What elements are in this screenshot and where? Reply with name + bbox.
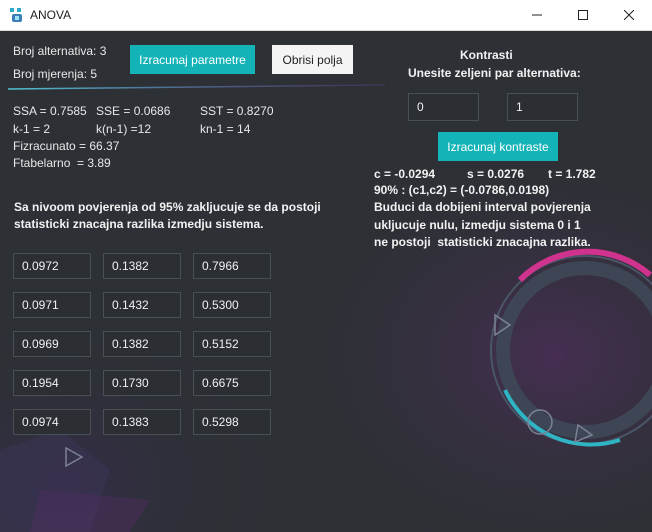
cell-r4-c2[interactable]: 0.1730 — [103, 370, 181, 396]
calculate-parameters-button[interactable]: Izracunaj parametre — [130, 45, 255, 74]
sse-value: SSE = 0.0686 — [96, 104, 171, 118]
contrast-s-value: s = 0.0276 — [467, 167, 525, 181]
contrasts-heading: Kontrasti — [460, 48, 513, 62]
cell-r2-c3[interactable]: 0.5300 — [193, 292, 271, 318]
contrast-c-value: c = -0.0294 — [374, 167, 436, 181]
maximize-button[interactable] — [560, 0, 606, 30]
title-bar: ANOVA — [0, 0, 652, 31]
cell-r4-c1[interactable]: 0.1954 — [13, 370, 91, 396]
measurements-label: Broj mjerenja: 5 — [13, 67, 98, 81]
df-within-value: k(n-1) =12 — [96, 122, 152, 136]
cell-r2-c1[interactable]: 0.0971 — [13, 292, 91, 318]
clear-fields-button[interactable]: Obrisi polja — [272, 45, 353, 74]
cell-r3-c3[interactable]: 0.5152 — [193, 331, 271, 357]
cell-r1-c1[interactable]: 0.0972 — [13, 253, 91, 279]
close-button[interactable] — [606, 0, 652, 30]
app-icon — [10, 8, 22, 22]
maximize-icon — [578, 10, 588, 20]
conclusion-line-1: Sa nivoom povjerenja od 95% zakljucuje s… — [14, 200, 321, 214]
first-alternative-input[interactable]: 0 — [408, 93, 479, 121]
calculate-contrasts-button[interactable]: Izracunaj kontraste — [438, 132, 558, 161]
minimize-icon — [532, 14, 542, 16]
second-alternative-input[interactable]: 1 — [507, 93, 578, 121]
confidence-interval-value: 90% : (c1,c2) = (-0.0786,0.0198) — [374, 183, 550, 197]
anova-window: ANOVA Broj alternativa: 3 Broj mjerenja:… — [0, 0, 652, 532]
ssa-value: SSA = 0.7585 — [13, 104, 87, 118]
df-total-value: kn-1 = 14 — [200, 122, 251, 136]
conclusion-line-2: statisticki znacajna razlika izmedju sis… — [14, 217, 264, 231]
f-table-value: Ftabelarno = 3.89 — [13, 156, 111, 170]
cell-r5-c2[interactable]: 0.1383 — [103, 409, 181, 435]
contrast-note-line-2: ukljucuje nulu, izmedju sistema 0 i 1 — [374, 218, 581, 232]
sst-value: SST = 0.8270 — [200, 104, 274, 118]
cell-r1-c2[interactable]: 0.1382 — [103, 253, 181, 279]
cell-r5-c1[interactable]: 0.0974 — [13, 409, 91, 435]
contrast-note-line-1: Buduci da dobijeni interval povjerenja — [374, 200, 591, 214]
f-computed-value: Fizracunato = 66.37 — [13, 139, 120, 153]
contrast-note-line-3: ne postoji statisticki znacajna razlika. — [374, 235, 591, 249]
df-between-value: k-1 = 2 — [13, 122, 51, 136]
alternatives-label: Broj alternativa: 3 — [13, 44, 107, 58]
cell-r3-c2[interactable]: 0.1382 — [103, 331, 181, 357]
minimize-button[interactable] — [514, 0, 560, 30]
cell-r3-c1[interactable]: 0.0969 — [13, 331, 91, 357]
contrasts-subheading: Unesite zeljeni par alternativa: — [408, 66, 581, 80]
contrast-t-value: t = 1.782 — [548, 167, 596, 181]
cell-r5-c3[interactable]: 0.5298 — [193, 409, 271, 435]
cell-r2-c2[interactable]: 0.1432 — [103, 292, 181, 318]
cell-r1-c3[interactable]: 0.7966 — [193, 253, 271, 279]
window-title: ANOVA — [30, 8, 72, 22]
cell-r4-c3[interactable]: 0.6675 — [193, 370, 271, 396]
close-icon — [624, 10, 634, 20]
